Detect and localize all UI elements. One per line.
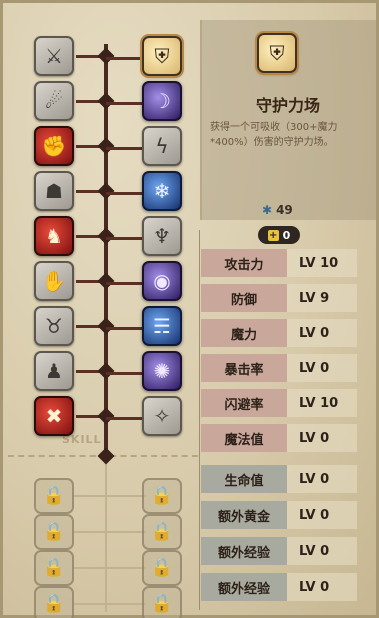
padlock-icon: 🔒 [142,586,182,618]
stat-row[interactable]: 额外黄金 LV 0 [201,501,357,529]
stat-name: 额外经验 [201,573,287,601]
crossed-swords-icon[interactable]: ⚔ [34,36,74,76]
padlock-icon: 🔒 [34,550,74,586]
fist-strike-icon[interactable]: ✊ [34,126,74,166]
tornado-icon[interactable]: ☴ [142,306,182,346]
stat-level: LV 0 [287,501,357,529]
locked-tree-branch [74,603,146,605]
beast-head-icon[interactable]: ♉ [34,306,74,346]
shield-emblem-icon[interactable]: ⛨ [142,36,182,76]
stat-name: 额外经验 [201,537,287,565]
stat-row[interactable]: 魔力 LV 0 [201,319,357,347]
gear-icon: ✱ [262,203,273,217]
plus-icon: + [267,229,279,241]
stat-level: LV 0 [287,465,357,493]
magic-eye-icon[interactable]: ◉ [142,261,182,301]
stat-level: LV 10 [287,249,357,277]
bird-spirit-icon[interactable]: ♆ [142,216,182,256]
stat-row[interactable]: 防御 LV 9 [201,284,357,312]
stat-row[interactable]: 额外经验 LV 0 [201,573,357,601]
stickman-swing-icon[interactable]: ☄ [34,81,74,121]
stat-panel-edge [199,230,200,610]
selected-skill-shield-icon: ⛨ [257,33,297,73]
tree-branch-right [106,57,146,60]
stone-fist-icon[interactable]: ☗ [34,171,74,211]
locked-tree-branch [74,531,146,533]
tree-branch-right [106,102,146,105]
skill-points-value: 49 [276,203,293,217]
stat-name: 额外黄金 [201,501,287,529]
ice-dash-icon[interactable]: ❄ [142,171,182,211]
stat-level: LV 0 [287,573,357,601]
tree-branch-right [106,237,146,240]
tree-branch-right [106,192,146,195]
padlock-icon: 🔒 [34,514,74,550]
locked-tree-branch [74,495,146,497]
padlock-icon: 🔒 [142,478,182,514]
bonus-points-pill[interactable]: +0 [258,226,300,244]
stat-name: 暴击率 [201,354,287,382]
padlock-icon: 🔒 [34,586,74,618]
tree-branch-right [106,282,146,285]
stat-level: LV 0 [287,537,357,565]
stat-row[interactable]: 暴击率 LV 0 [201,354,357,382]
stat-row[interactable]: 额外经验 LV 0 [201,537,357,565]
fist-block-icon[interactable]: ✋ [34,261,74,301]
padlock-icon: 🔒 [142,514,182,550]
shadow-warrior-icon[interactable]: ♞ [34,216,74,256]
tree-branch-right [106,417,146,420]
stat-row[interactable]: 闪避率 LV 10 [201,389,357,417]
bonus-points-value: 0 [282,228,291,242]
stat-name: 闪避率 [201,389,287,417]
skill-points: ✱ 49 [262,203,293,217]
stat-level: LV 0 [287,354,357,382]
stat-name: 防御 [201,284,287,312]
stat-row[interactable]: 生命值 LV 0 [201,465,357,493]
stat-level: LV 0 [287,319,357,347]
skill-description: 获得一个可吸收（300+魔力*400%）伤害的守护力场。 [210,122,338,148]
sparkle-figure-icon[interactable]: ✧ [142,396,182,436]
padlock-icon: 🔒 [142,550,182,586]
stat-name: 生命值 [201,465,287,493]
lightning-icon[interactable]: ϟ [142,126,182,166]
stat-level: LV 0 [287,424,357,452]
tree-branch-right [106,327,146,330]
spirit-orb-icon[interactable]: ✺ [142,351,182,391]
stat-row[interactable]: 攻击力 LV 10 [201,249,357,277]
locked-tree-branch [74,567,146,569]
skill-title: 守护力场 [255,96,320,115]
double-blade-icon[interactable]: ✖ [34,396,74,436]
locked-tree-trunk [105,462,107,612]
stat-name: 魔法值 [201,424,287,452]
stat-name: 魔力 [201,319,287,347]
stat-name: 攻击力 [201,249,287,277]
tree-branch-right [106,147,146,150]
tree-branch-right [106,372,146,375]
stat-level: LV 9 [287,284,357,312]
dark-scythe-icon[interactable]: ☽ [142,81,182,121]
stat-level: LV 10 [287,389,357,417]
stat-row[interactable]: 魔法值 LV 0 [201,424,357,452]
fighter-figure-icon[interactable]: ♟ [34,351,74,391]
padlock-icon: 🔒 [34,478,74,514]
